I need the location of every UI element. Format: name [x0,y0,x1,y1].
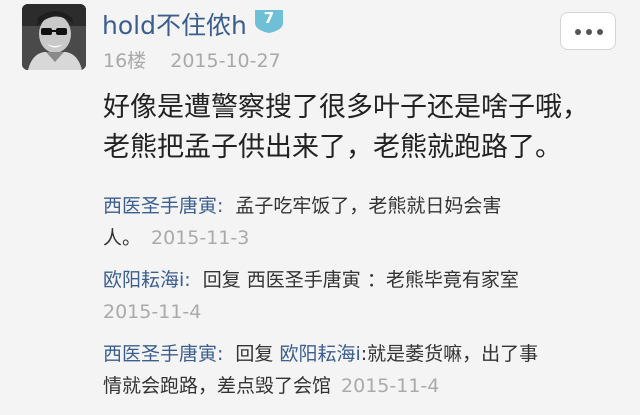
avatar[interactable] [22,4,86,70]
reply-keyword: 回复 [235,343,274,365]
reply-text: 人。 [103,227,142,249]
post-date: 2015-10-27 [170,50,281,72]
level-badge-icon: 7 [252,8,286,34]
more-options-button[interactable] [560,12,616,50]
reply-separator: : [184,269,191,291]
post-meta: 16楼 2015-10-27 [103,46,281,73]
reply-target-link[interactable]: 欧阳耘海i [279,343,360,365]
more-dots-icon [575,29,581,35]
reply-text: 孟子吃牢饭了，老熊就日妈会害 [235,195,502,217]
reply-item: 西医圣手唐寅: 孟子吃牢饭了，老熊就日妈会害 人。 2015-11-3 [103,190,623,254]
reply-text: :就是萎货嘛，出了事 [360,343,539,365]
reply-item: 西医圣手唐寅: 回复 欧阳耘海i:就是萎货嘛，出了事 情就会跑路，差点毁了会馆 20… [103,338,623,402]
reply-date: 2015-11-4 [103,301,202,323]
reply-author-link[interactable]: 西医圣手唐寅 [103,195,217,217]
reply-separator: : [217,343,224,365]
reply-date: 2015-11-3 [151,227,250,249]
post-body-line: 老熊把孟子供出来了，老熊就跑路了。 [103,132,562,163]
reply-date: 2015-11-4 [341,375,440,397]
post-body-line: 好像是遭警察搜了很多叶子还是啥子哦， [103,92,589,123]
level-number: 7 [263,9,275,27]
reply-separator: : [217,195,224,217]
reply-author-link[interactable]: 西医圣手唐寅 [103,343,217,365]
reply-target: 西医圣手唐寅 [246,269,361,291]
username-link[interactable]: hold不住侬h [102,6,247,42]
reply-item: 欧阳耘海i: 回复 西医圣手唐寅 ：老熊毕竟有家室 2015-11-4 [103,264,623,328]
reply-keyword: 回复 [202,269,241,291]
reply-author-link[interactable]: 欧阳耘海i [103,269,184,291]
more-dots-icon [597,29,603,35]
more-dots-icon [586,29,592,35]
reply-text: ：老熊毕竟有家室 [366,269,519,291]
reply-list: 西医圣手唐寅: 孟子吃牢饭了，老熊就日妈会害 人。 2015-11-3 欧阳耘海i:… [103,190,623,412]
post-body: 好像是遭警察搜了很多叶子还是啥子哦， 老熊把孟子供出来了，老熊就跑路了。 [103,88,623,168]
comment-post: hold不住侬h 7 16楼 2015-10-27 好像是遭警察搜了很多叶子还是… [0,0,640,415]
reply-text: 情就会跑路，差点毁了会馆 [103,375,332,397]
floor-number: 16楼 [103,50,147,72]
